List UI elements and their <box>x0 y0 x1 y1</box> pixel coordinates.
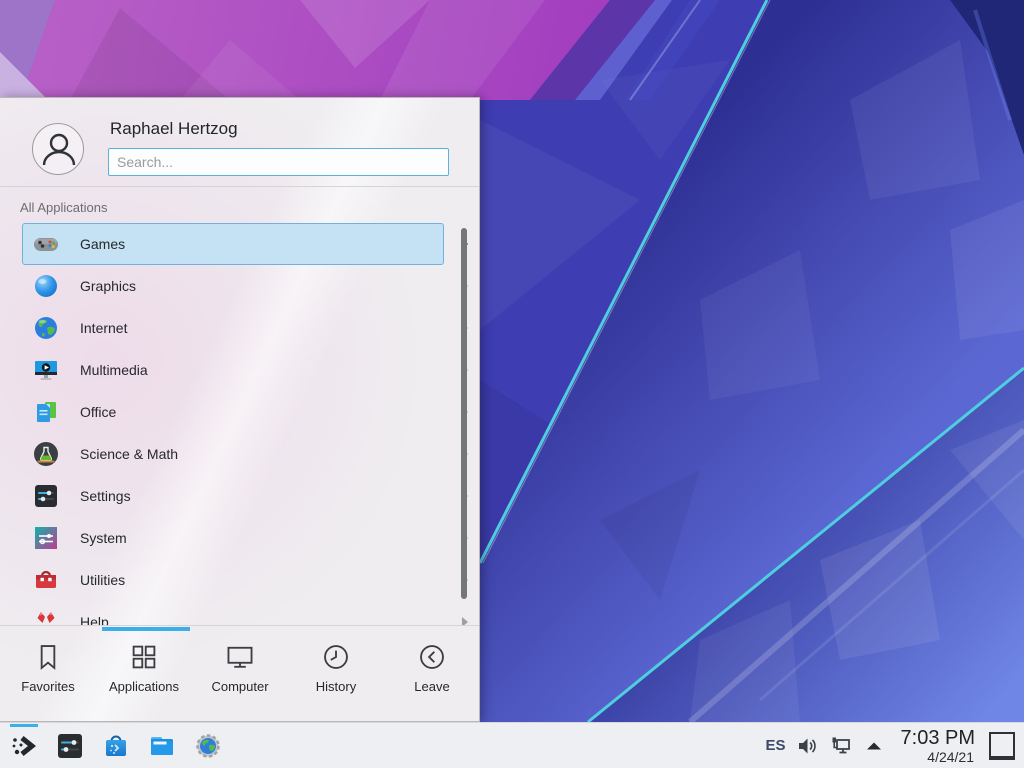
favorites-icon <box>33 642 63 672</box>
tab-label: Computer <box>211 679 268 694</box>
category-utilities[interactable]: Utilities <box>0 559 480 601</box>
category-internet[interactable]: Internet <box>0 307 480 349</box>
application-launcher-menu: Raphael Hertzog All Applications Games <box>0 97 480 722</box>
launcher-tabbar: Favorites Applications Computer <box>0 634 480 714</box>
computer-icon <box>225 642 255 672</box>
games-icon <box>33 231 59 257</box>
internet-icon <box>33 315 59 341</box>
search-input[interactable] <box>108 148 449 176</box>
kde-launcher-icon <box>10 732 38 760</box>
tab-label: History <box>316 679 356 694</box>
category-label: Multimedia <box>80 362 148 378</box>
tab-label: Favorites <box>21 679 74 694</box>
volume-icon[interactable] <box>797 735 819 757</box>
user-avatar[interactable] <box>32 123 84 175</box>
category-label: Help <box>80 614 109 625</box>
submenu-arrow-icon <box>462 617 468 625</box>
konqueror-icon <box>194 732 222 760</box>
tab-leave[interactable]: Leave <box>384 634 480 714</box>
launcher-active-indicator <box>10 724 38 727</box>
desktop: Raphael Hertzog All Applications Games <box>0 0 1024 768</box>
category-label: Science & Math <box>80 446 178 462</box>
dolphin-button[interactable] <box>148 732 176 760</box>
multimedia-icon <box>33 357 59 383</box>
science-icon <box>33 441 59 467</box>
category-label: Internet <box>80 320 127 336</box>
discover-icon <box>102 732 130 760</box>
footer-separator <box>0 625 479 626</box>
konqueror-button[interactable] <box>194 732 222 760</box>
category-graphics[interactable]: Graphics <box>0 265 480 307</box>
category-label: Office <box>80 404 116 420</box>
category-label: Graphics <box>80 278 136 294</box>
utilities-icon <box>33 567 59 593</box>
tab-history[interactable]: History <box>288 634 384 714</box>
network-icon[interactable] <box>830 735 852 757</box>
clock-time: 7:03 PM <box>901 728 975 748</box>
user-icon <box>33 124 85 176</box>
category-games[interactable]: Games <box>0 223 480 265</box>
category-label: System <box>80 530 127 546</box>
category-label: Utilities <box>80 572 125 588</box>
section-label: All Applications <box>20 200 107 215</box>
active-tab-indicator <box>102 627 190 631</box>
office-icon <box>33 399 59 425</box>
settings-icon <box>33 483 59 509</box>
caret-up-icon[interactable] <box>863 735 885 757</box>
user-name: Raphael Hertzog <box>110 119 238 139</box>
category-multimedia[interactable]: Multimedia <box>0 349 480 391</box>
category-label: Games <box>80 236 125 252</box>
tab-applications[interactable]: Applications <box>96 634 192 714</box>
show-desktop-button[interactable] <box>989 732 1015 760</box>
category-office[interactable]: Office <box>0 391 480 433</box>
category-list: Games Graphics <box>0 223 480 625</box>
launcher-header: Raphael Hertzog <box>0 98 479 186</box>
tab-computer[interactable]: Computer <box>192 634 288 714</box>
taskbar-right: ES 7:03 PM 4/24/2 <box>766 728 1024 764</box>
tab-label: Leave <box>414 679 449 694</box>
system-settings-button[interactable] <box>56 732 84 760</box>
category-science-math[interactable]: Science & Math <box>0 433 480 475</box>
taskbar: ES 7:03 PM 4/24/2 <box>0 722 1024 768</box>
taskbar-apps <box>0 732 222 760</box>
keyboard-layout-indicator[interactable]: ES <box>766 737 786 754</box>
category-settings[interactable]: Settings <box>0 475 480 517</box>
dolphin-icon <box>148 732 176 760</box>
history-icon <box>321 642 351 672</box>
graphics-icon <box>33 273 59 299</box>
category-system[interactable]: System <box>0 517 480 559</box>
system-settings-icon <box>56 732 84 760</box>
help-icon <box>33 609 59 625</box>
header-separator <box>0 186 479 187</box>
category-help[interactable]: Help <box>0 601 480 625</box>
digital-clock[interactable]: 7:03 PM 4/24/21 <box>901 728 975 764</box>
tab-label: Applications <box>109 679 179 694</box>
scrollbar-thumb[interactable] <box>461 228 467 599</box>
clock-date: 4/24/21 <box>927 750 974 764</box>
application-launcher-button[interactable] <box>10 732 38 760</box>
system-tray: ES <box>766 735 885 757</box>
tab-favorites[interactable]: Favorites <box>0 634 96 714</box>
applications-icon <box>129 642 159 672</box>
category-label: Settings <box>80 488 131 504</box>
discover-button[interactable] <box>102 732 130 760</box>
system-icon <box>33 525 59 551</box>
leave-icon <box>417 642 447 672</box>
